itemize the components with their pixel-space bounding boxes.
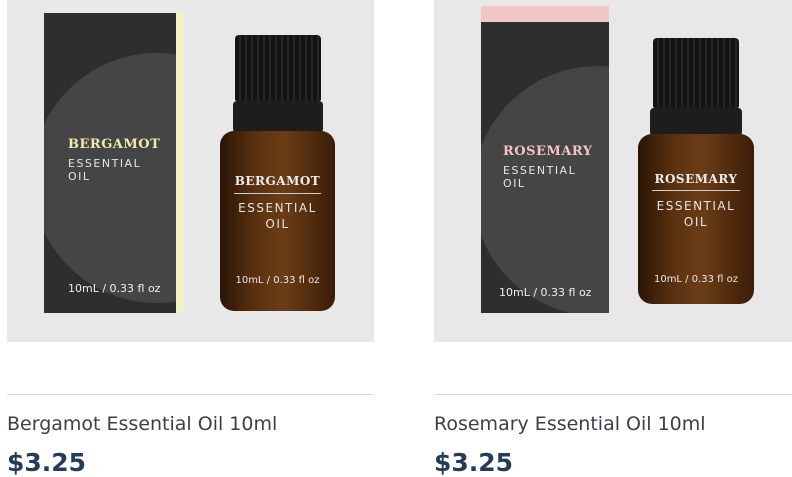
box-volume-label: 10mL / 0.33 fl oz <box>68 282 161 295</box>
product-image[interactable]: BERGAMOT ESSENTIAL OIL 10mL / 0.33 fl oz… <box>7 0 374 342</box>
product-bottle: BERGAMOT ESSENTIAL OIL 10mL / 0.33 fl oz <box>220 35 335 315</box>
bottle-volume-label: 10mL / 0.33 fl oz <box>235 275 320 286</box>
card-divider <box>434 394 792 395</box>
product-price: $3.25 <box>434 448 514 477</box>
bottle-product-name: BERGAMOT <box>234 174 321 188</box>
product-image[interactable]: ROSEMARY ESSENTIAL OIL 10mL / 0.33 fl oz… <box>434 0 792 342</box>
product-price: $3.25 <box>7 448 87 477</box>
bottle-neck <box>232 101 323 133</box>
box-volume-label: 10mL / 0.33 fl oz <box>499 286 592 299</box>
product-card[interactable]: ROSEMARY ESSENTIAL OIL 10mL / 0.33 fl oz… <box>434 0 792 477</box>
box-accent-stripe <box>176 13 184 313</box>
bottle-product-subtitle: ESSENTIAL OIL <box>656 199 736 229</box>
bottle-label-divider <box>651 190 741 191</box>
box-accent-top <box>481 6 609 22</box>
bottle-cap <box>234 35 321 101</box>
card-divider <box>7 394 374 395</box>
bottle-cap <box>653 38 739 108</box>
bottle-neck <box>650 108 742 136</box>
box-product-subtitle: ESSENTIAL OIL <box>503 164 577 190</box>
product-title[interactable]: Rosemary Essential Oil 10ml <box>434 413 706 435</box>
product-bottle: ROSEMARY ESSENTIAL OIL 10mL / 0.33 fl oz <box>638 38 754 308</box>
bottle-glass: BERGAMOT ESSENTIAL OIL 10mL / 0.33 fl oz <box>220 131 335 311</box>
box-product-name: ROSEMARY <box>503 144 593 159</box>
bottle-label-divider <box>233 193 322 194</box>
box-product-name: BERGAMOT <box>68 137 161 152</box>
product-card[interactable]: BERGAMOT ESSENTIAL OIL 10mL / 0.33 fl oz… <box>7 0 374 477</box>
bottle-product-name: ROSEMARY <box>654 172 738 186</box>
box-product-subtitle: ESSENTIAL OIL <box>68 157 142 183</box>
product-box: ROSEMARY ESSENTIAL OIL 10mL / 0.33 fl oz <box>481 6 609 313</box>
product-box: BERGAMOT ESSENTIAL OIL 10mL / 0.33 fl oz <box>44 13 184 313</box>
bottle-volume-label: 10mL / 0.33 fl oz <box>653 274 739 285</box>
product-title[interactable]: Bergamot Essential Oil 10ml <box>7 413 277 435</box>
bottle-product-subtitle: ESSENTIAL OIL <box>238 201 317 231</box>
bottle-glass: ROSEMARY ESSENTIAL OIL 10mL / 0.33 fl oz <box>638 134 754 304</box>
